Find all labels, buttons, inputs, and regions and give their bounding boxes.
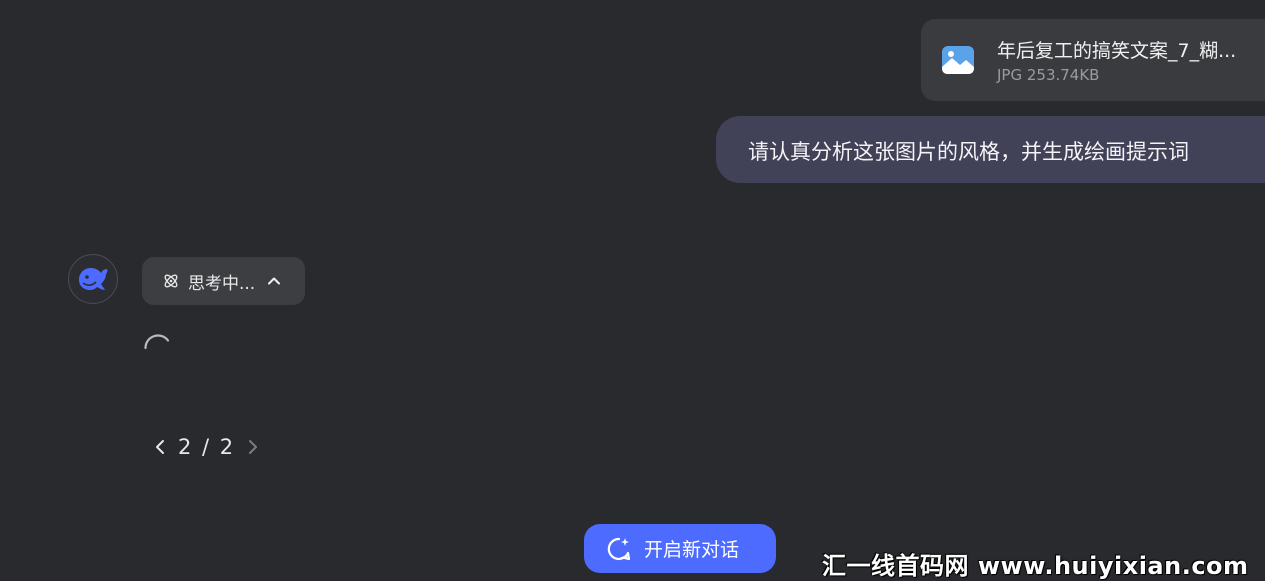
- attachment-meta: JPG 253.74KB: [997, 66, 1100, 84]
- loading-spinner-icon: [143, 333, 173, 363]
- image-file-icon: [941, 43, 975, 77]
- user-message-bubble: 请认真分析这张图片的风格，并生成绘画提示词: [716, 116, 1265, 183]
- chevron-left-icon: [156, 440, 164, 454]
- watermark-text: 汇一线首码网 www.huiyixian.com: [822, 552, 1249, 580]
- new-chat-button[interactable]: 开启新对话: [584, 524, 776, 573]
- attachment-filename: 年后复工的搞笑文案_7_糊...: [997, 40, 1237, 62]
- pagination-label: 2 / 2: [178, 435, 236, 459]
- response-pagination: 2 / 2: [150, 430, 263, 464]
- atom-icon: [164, 274, 178, 288]
- chevron-up-icon: [268, 277, 281, 285]
- chevron-right-icon: [249, 440, 258, 454]
- user-message-text: 请认真分析这张图片的风格，并生成绘画提示词: [748, 140, 1189, 164]
- thinking-toggle-button[interactable]: 思考中...: [142, 257, 305, 305]
- new-chat-label: 开启新对话: [644, 539, 740, 561]
- thinking-label: 思考中...: [188, 273, 256, 294]
- previous-response-button[interactable]: [150, 432, 170, 462]
- deepseek-whale-icon: [79, 268, 108, 290]
- new-chat-icon: [607, 537, 631, 560]
- assistant-avatar: [68, 254, 118, 304]
- next-response-button[interactable]: [243, 432, 263, 462]
- attachment-card[interactable]: 年后复工的搞笑文案_7_糊... JPG 253.74KB: [921, 19, 1265, 101]
